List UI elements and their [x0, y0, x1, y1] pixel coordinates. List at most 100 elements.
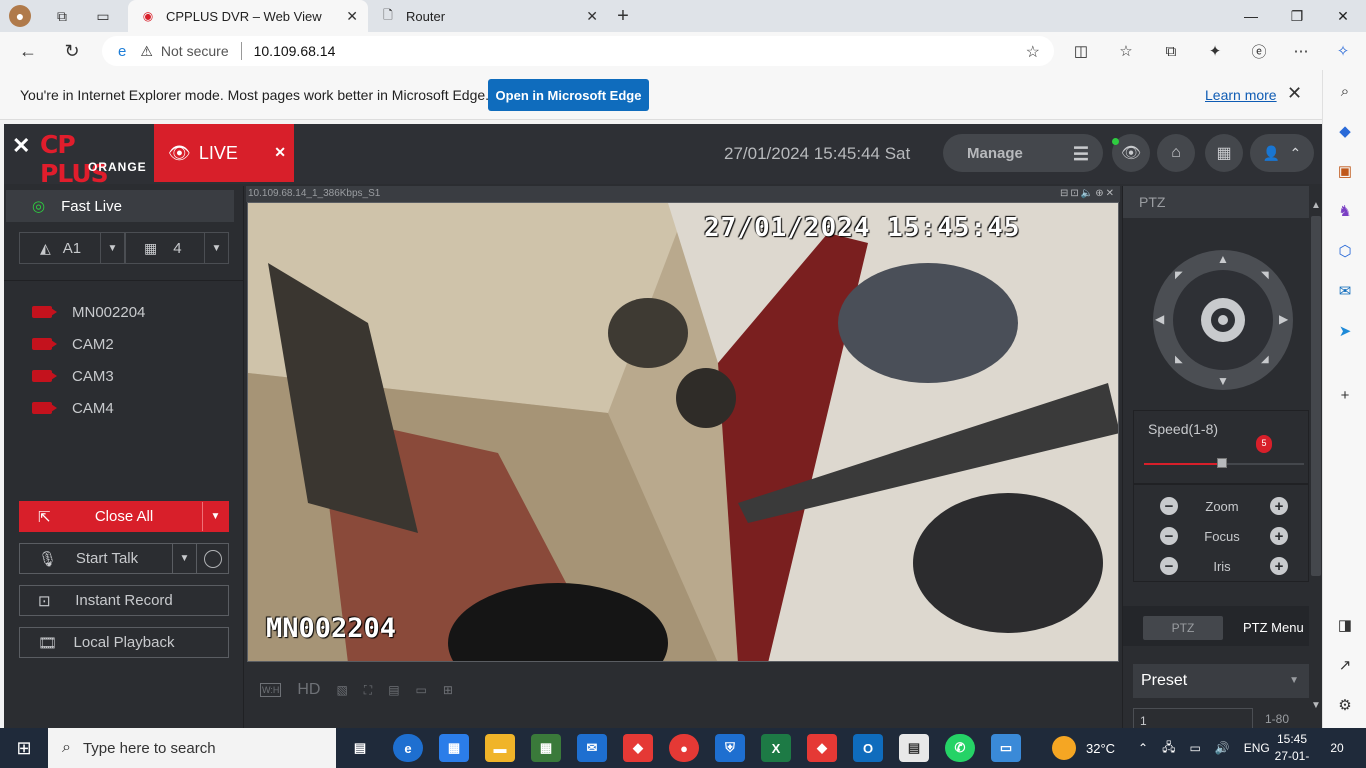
zoom-in-button[interactable]: +	[1270, 497, 1288, 515]
more-options-icon[interactable]: ⋯	[1290, 40, 1312, 62]
preset-number-input[interactable]: 1	[1133, 708, 1253, 728]
security-status[interactable]: Not secure	[161, 43, 229, 59]
scroll-thumb[interactable]	[1311, 216, 1321, 576]
ie-reload-icon[interactable]: ⓔ	[1248, 40, 1270, 62]
external-link-icon[interactable]: ↗	[1334, 654, 1356, 676]
arrow-down-left-icon[interactable]: ◣	[1175, 354, 1183, 365]
single-view-icon[interactable]: ▤	[388, 683, 399, 697]
mail-app-icon[interactable]: ✉	[577, 734, 607, 762]
camera-item[interactable]: CAM2	[32, 333, 114, 355]
camera-item[interactable]: MN002204	[32, 301, 145, 323]
quad-view-icon[interactable]: ⊞	[443, 683, 453, 697]
taskbar-search[interactable]: ⌕ Type here to search	[48, 728, 336, 768]
user-menu[interactable]: 👤 ⌃	[1250, 134, 1314, 172]
taskbar-clock[interactable]: 15:45 27-01-2024	[1262, 731, 1322, 768]
learn-more-link[interactable]: Learn more	[1205, 87, 1277, 103]
arrow-right-icon[interactable]: ▶	[1279, 312, 1288, 326]
settings-icon[interactable]: ⚙	[1334, 694, 1356, 716]
security-app-icon[interactable]: ⛨	[715, 734, 745, 762]
weather-widget[interactable]: 32°C	[1052, 728, 1115, 768]
arrow-left-icon[interactable]: ◀	[1155, 312, 1164, 326]
back-icon[interactable]: ←	[14, 38, 42, 64]
games-icon[interactable]: ♞	[1334, 200, 1356, 222]
tab-ptz-menu[interactable]: PTZ Menu	[1243, 620, 1304, 635]
joystick-knob[interactable]	[1201, 298, 1245, 342]
minimize-icon[interactable]: —	[1228, 0, 1274, 32]
battery-icon[interactable]: ▭	[1189, 741, 1200, 755]
excel-app-icon[interactable]: X	[761, 734, 791, 762]
network-icon[interactable]: 🖧	[1162, 738, 1175, 759]
remote-app-icon[interactable]: ▭	[991, 734, 1021, 762]
start-talk-button[interactable]: 🎙 Start Talk ▼	[19, 543, 229, 574]
edge-app-icon[interactable]: e	[393, 734, 423, 762]
open-in-edge-button[interactable]: Open in Microsoft Edge	[488, 79, 649, 111]
copilot-icon[interactable]: ✧	[1332, 40, 1354, 62]
arrow-down-icon[interactable]: ▼	[1217, 374, 1229, 388]
workspaces-icon[interactable]: ⧉	[51, 5, 73, 27]
focus-minus-button[interactable]: −	[1160, 527, 1178, 545]
tab-cpplus[interactable]: ◉ CPPLUS DVR – Web View ✕	[128, 0, 368, 32]
home-icon[interactable]: ⌂	[1157, 134, 1195, 172]
iris-plus-button[interactable]: +	[1270, 557, 1288, 575]
split-screen-icon[interactable]: ◫	[1070, 40, 1092, 62]
outlook-app-icon[interactable]: O	[853, 734, 883, 762]
restore-icon[interactable]: ❐	[1274, 0, 1320, 32]
address-bar[interactable]: e ⚠ Not secure 10.109.68.14 ☆	[102, 36, 1054, 66]
talk-toggle[interactable]	[196, 544, 228, 573]
outlook-icon[interactable]: ✉	[1334, 280, 1356, 302]
ie-mode-icon[interactable]: e	[118, 43, 126, 60]
preset-select[interactable]: Preset ▼	[1133, 664, 1309, 698]
whatsapp-app-icon[interactable]: ✆	[945, 734, 975, 762]
focus-plus-button[interactable]: +	[1270, 527, 1288, 545]
hd-button[interactable]: HD	[297, 681, 320, 699]
favorites-icon[interactable]: ☆	[1115, 40, 1137, 62]
qr-code-icon[interactable]: ▦	[1205, 134, 1243, 172]
store-app-icon[interactable]: ▦	[439, 734, 469, 762]
notification-center[interactable]: 20	[1322, 736, 1352, 760]
scroll-up-icon[interactable]: ▲	[1311, 200, 1321, 211]
scroll-down-icon[interactable]: ▼	[1311, 700, 1321, 711]
ptz-joystick[interactable]: ▲ ▼ ◀ ▶ ◤ ◥ ◣ ◢	[1153, 250, 1293, 390]
close-icon[interactable]: ✕	[1287, 83, 1302, 104]
close-live-tab-icon[interactable]: ✕	[274, 144, 286, 161]
url-text[interactable]: 10.109.68.14	[254, 43, 336, 59]
refresh-icon[interactable]: ↻	[58, 38, 86, 64]
video-window-controls[interactable]: ⊟⊡🔈⊕✕	[1060, 186, 1116, 202]
aspect-ratio-button[interactable]: W:H	[260, 683, 282, 697]
send-icon[interactable]: ➤	[1334, 320, 1356, 342]
ptz-scrollbar[interactable]: ▲ ▼	[1309, 186, 1322, 728]
tools-icon[interactable]: ▣	[1334, 160, 1356, 182]
flag-app-icon[interactable]: ▦	[531, 734, 561, 762]
chevron-down-icon[interactable]: ▼	[172, 544, 196, 573]
chevron-down-icon[interactable]: ▼	[202, 502, 228, 531]
add-icon[interactable]: +	[1334, 384, 1356, 406]
chrome-app-icon[interactable]: ●	[669, 734, 699, 762]
fullscreen-icon[interactable]: ⛶	[364, 683, 372, 698]
camera-item[interactable]: CAM3	[32, 365, 114, 387]
arrow-up-right-icon[interactable]: ◥	[1261, 270, 1269, 281]
speed-slider-thumb[interactable]	[1217, 458, 1227, 468]
task-view-icon[interactable]: ▤	[345, 734, 375, 762]
iris-minus-button[interactable]: −	[1160, 557, 1178, 575]
favorite-star-icon[interactable]: ☆	[1026, 42, 1040, 62]
office-icon[interactable]: ⬡	[1334, 240, 1356, 262]
window-icon[interactable]: ▭	[416, 683, 427, 697]
camera-item[interactable]: CAM4	[32, 397, 114, 419]
notes-app-icon[interactable]: ▤	[899, 734, 929, 762]
zoom-out-button[interactable]: −	[1160, 497, 1178, 515]
area-select[interactable]: ◭ A1 ▼	[19, 232, 125, 264]
tab-ptz[interactable]: PTZ	[1143, 616, 1223, 640]
tab-router[interactable]: 🗋 Router ✕	[368, 0, 608, 32]
profile-icon[interactable]: ●	[9, 5, 31, 27]
layout-select[interactable]: ▦ 4 ▼	[125, 232, 229, 264]
close-tab-icon[interactable]: ✕	[586, 8, 598, 25]
volume-icon[interactable]: 🔊	[1215, 741, 1230, 755]
chevron-down-icon[interactable]: ▼	[100, 233, 124, 263]
manage-button[interactable]: Manage ☰	[943, 134, 1103, 172]
arrow-up-left-icon[interactable]: ◤	[1175, 270, 1183, 281]
camera-video-feed[interactable]: 27/01/2024 15:45:45 MN002204	[247, 202, 1119, 662]
tab-actions-icon[interactable]: ▭	[92, 5, 114, 27]
close-window-icon[interactable]: ✕	[1320, 0, 1366, 32]
windows-start-icon[interactable]: ⊞	[0, 728, 48, 768]
speed-slider[interactable]: 5	[1144, 435, 1304, 468]
